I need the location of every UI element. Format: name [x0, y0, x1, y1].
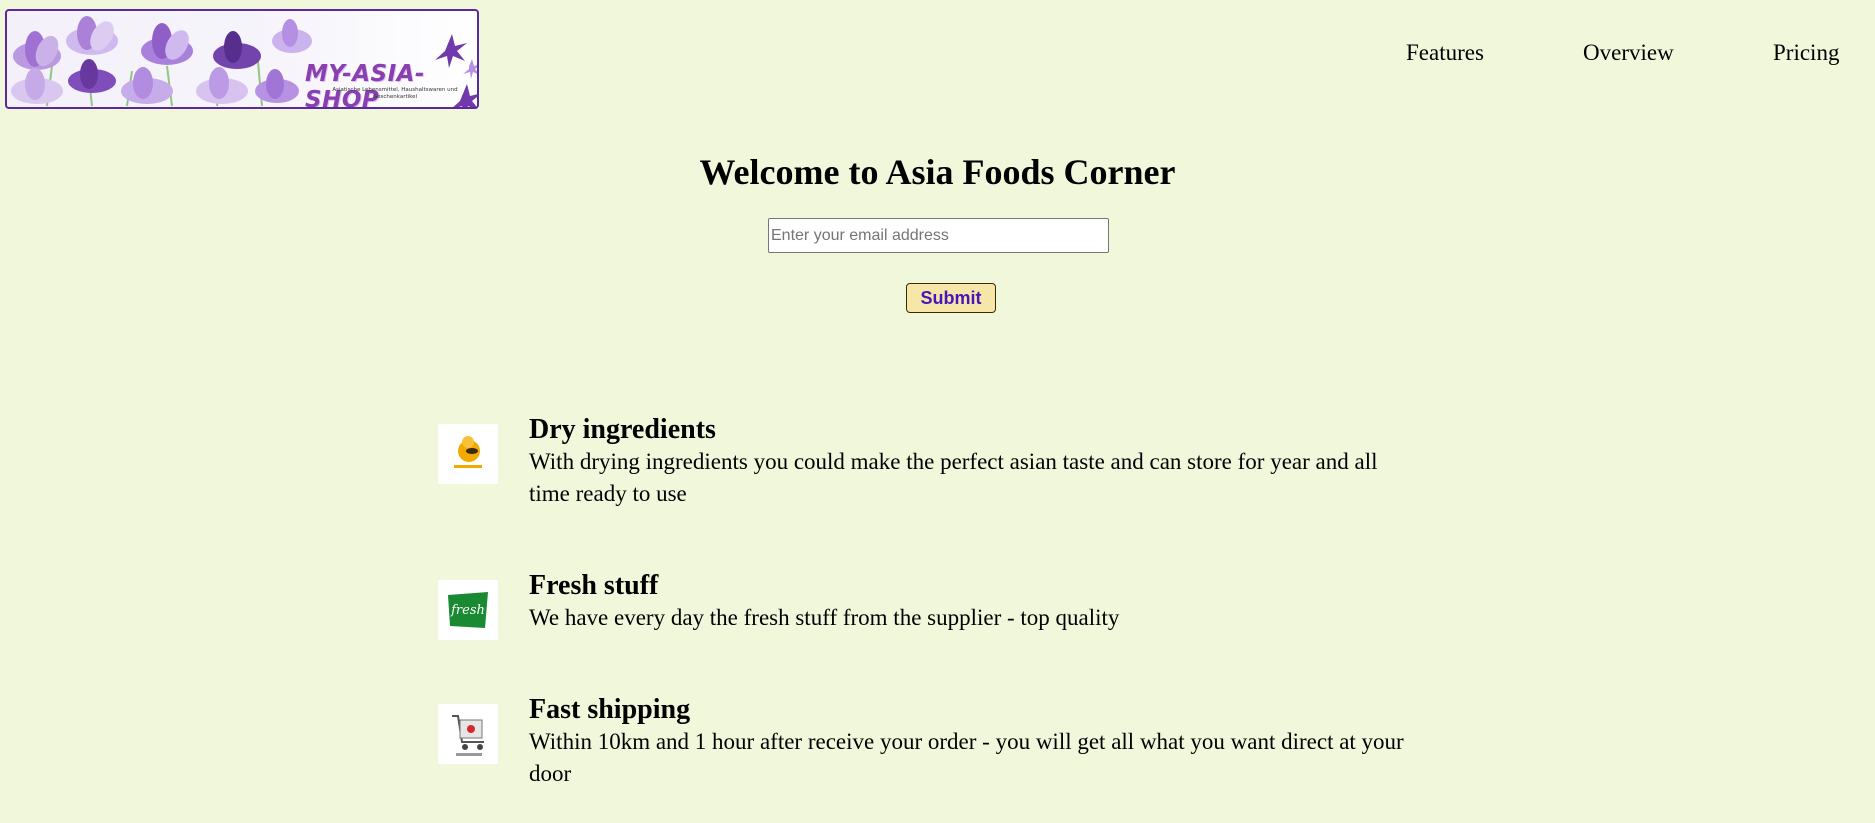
logo-subtitle: Asiatische Lebensmittel, Haushaltswaren …	[332, 87, 458, 100]
feature-text: Fresh stuff We have every day the fresh …	[529, 570, 1419, 634]
page-title: Welcome to Asia Foods Corner	[699, 152, 1176, 192]
logo[interactable]: MY-ASIA-SHOP Asiatische Lebensmittel, Ha…	[5, 9, 479, 109]
submit-button[interactable]: Submit	[906, 283, 996, 313]
feature-text: Dry ingredients With drying ingredients …	[529, 414, 1419, 510]
dry-food-icon	[438, 424, 498, 484]
logo-title: MY-ASIA-SHOP	[305, 61, 425, 109]
feature-title: Fast shipping	[529, 694, 691, 725]
feature-title: Dry ingredients	[529, 414, 716, 445]
delivery-cart-icon	[438, 704, 498, 764]
feature-description: With drying ingredients you could make t…	[529, 449, 1378, 506]
feature-title: Fresh stuff	[529, 570, 659, 601]
feature-description: We have every day the fresh stuff from t…	[529, 605, 1120, 630]
svg-text:fresh: fresh	[450, 603, 485, 618]
email-input[interactable]	[768, 218, 1109, 253]
feature-description: Within 10km and 1 hour after receive you…	[529, 729, 1404, 786]
nav-link-overview[interactable]: Overview	[1583, 40, 1674, 66]
fresh-label-icon: fresh	[438, 580, 498, 640]
nav-link-features[interactable]: Features	[1406, 40, 1484, 66]
feature-text: Fast shipping Within 10km and 1 hour aft…	[529, 694, 1419, 790]
nav-link-pricing[interactable]: Pricing	[1773, 40, 1839, 66]
